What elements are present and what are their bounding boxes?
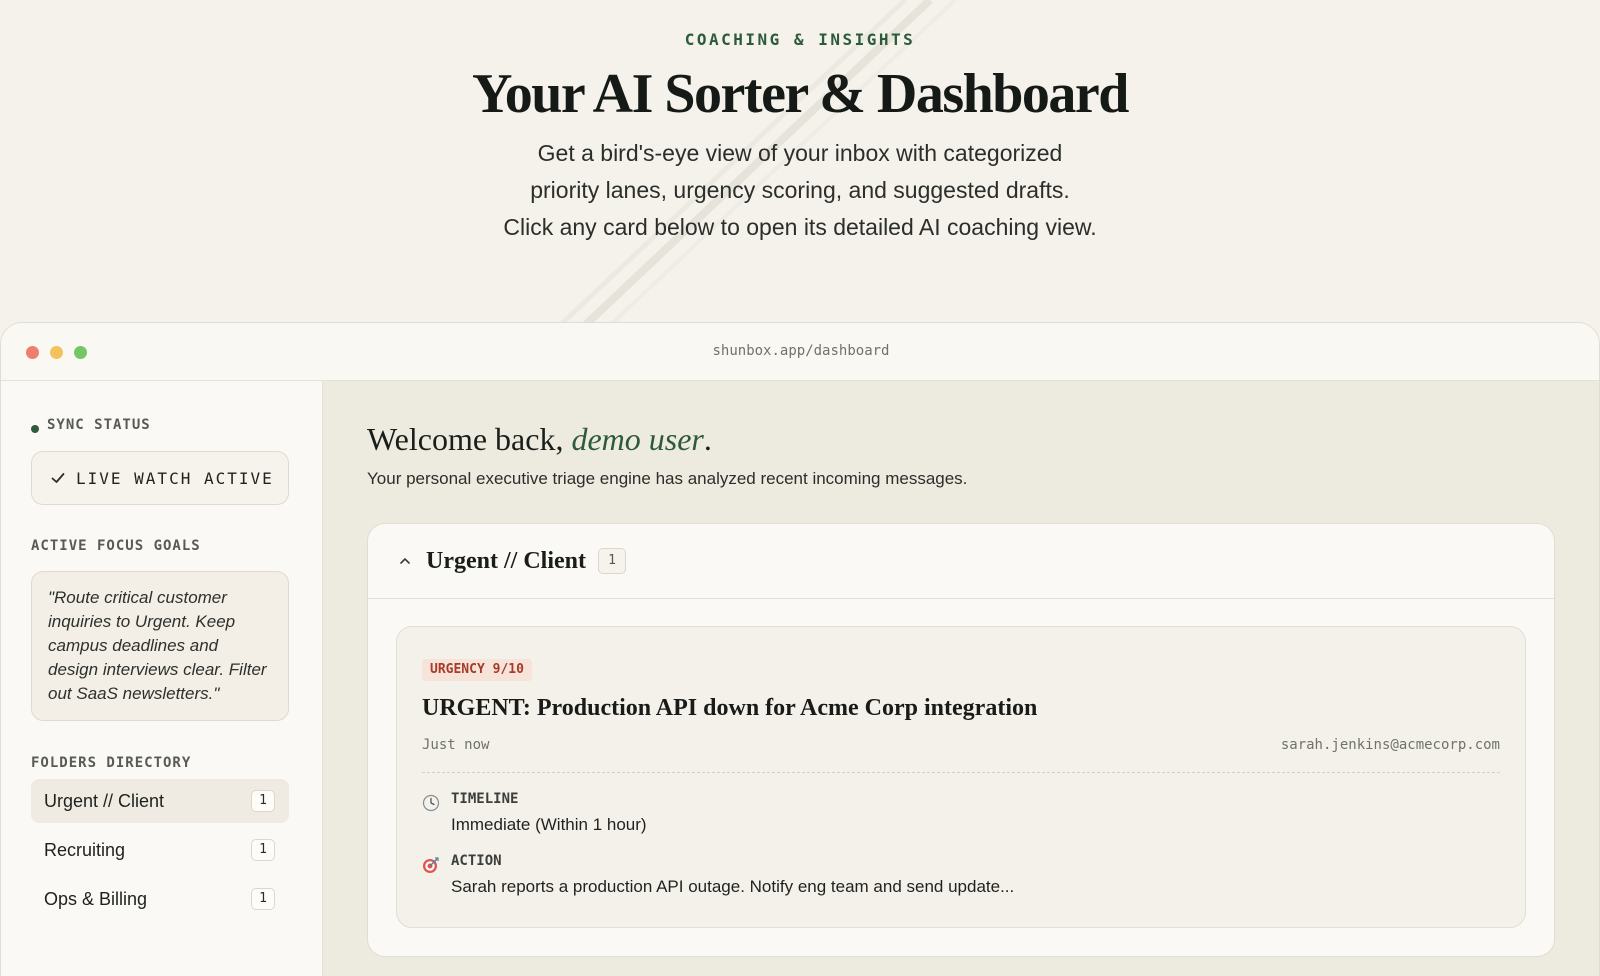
folder-count-badge: 1 bbox=[251, 790, 275, 812]
focus-goals-text: "Route critical customer inquiries to Ur… bbox=[31, 571, 289, 721]
email-time: Just now bbox=[422, 737, 490, 753]
lane-title: Urgent // Client bbox=[426, 547, 586, 574]
check-icon bbox=[51, 473, 65, 483]
sync-status-dot bbox=[31, 425, 39, 433]
hero-description-line: Get a bird's-eye view of your inbox with… bbox=[537, 140, 1063, 166]
lane-header[interactable]: Urgent // Client 1 bbox=[368, 524, 1554, 599]
hero-description-line: priority lanes, urgency scoring, and sug… bbox=[530, 177, 1070, 203]
action-value: Sarah reports a production API outage. N… bbox=[451, 877, 1015, 896]
browser-window: shunbox.app/dashboard SYNC STATUS LIVE W… bbox=[0, 322, 1600, 976]
main-content: Welcome back, demo user. Your personal e… bbox=[323, 381, 1599, 976]
target-icon bbox=[423, 857, 439, 873]
email-sender: sarah.jenkins@acmecorp.com bbox=[1280, 737, 1500, 753]
url-text: shunbox.app/dashboard bbox=[712, 343, 890, 359]
timeline-label: TIMELINE bbox=[451, 791, 519, 807]
focus-goals-label: ACTIVE FOCUS GOALS bbox=[31, 538, 201, 554]
sync-status-label: SYNC STATUS bbox=[47, 417, 151, 433]
hero-description: Get a bird's-eye view of your inbox with… bbox=[400, 135, 1200, 246]
folders-directory-label: FOLDERS DIRECTORY bbox=[31, 755, 192, 771]
clock-icon bbox=[422, 794, 440, 812]
hero-title: Your AI Sorter & Dashboard bbox=[472, 63, 1129, 125]
priority-lane-urgent-client: Urgent // Client 1 URGENCY 9/10 URGENT: … bbox=[367, 523, 1555, 957]
chevron-up-icon[interactable] bbox=[398, 554, 412, 568]
folder-label: Recruiting bbox=[44, 839, 126, 860]
folder-ops-billing[interactable]: Ops & Billing 1 bbox=[31, 877, 289, 921]
urgency-badge: URGENCY 9/10 bbox=[422, 659, 532, 681]
action-label: ACTION bbox=[451, 853, 502, 869]
welcome-heading: Welcome back, demo user. bbox=[367, 421, 712, 458]
card-divider bbox=[422, 772, 1500, 773]
email-subject: URGENT: Production API down for Acme Cor… bbox=[422, 695, 1038, 721]
folder-count-badge: 1 bbox=[251, 839, 275, 861]
live-watch-text: LIVE WATCH ACTIVE bbox=[76, 468, 274, 488]
welcome-user-name: demo user bbox=[571, 421, 704, 457]
welcome-prefix: Welcome back, bbox=[367, 421, 572, 457]
lane-count-badge: 1 bbox=[597, 548, 626, 574]
hero-description-line: Click any card below to open its detaile… bbox=[503, 214, 1097, 240]
welcome-suffix: . bbox=[703, 421, 712, 457]
folder-count-badge: 1 bbox=[251, 888, 275, 910]
folder-label: Urgent // Client bbox=[44, 790, 165, 811]
folder-recruiting[interactable]: Recruiting 1 bbox=[31, 828, 289, 872]
hero-eyebrow: COACHING & INSIGHTS bbox=[684, 30, 916, 49]
timeline-value: Immediate (Within 1 hour) bbox=[451, 815, 647, 834]
email-card[interactable]: URGENCY 9/10 URGENT: Production API down… bbox=[396, 626, 1526, 928]
folder-urgent-client[interactable]: Urgent // Client 1 bbox=[31, 779, 289, 823]
folder-label: Ops & Billing bbox=[44, 888, 148, 909]
welcome-subtitle: Your personal executive triage engine ha… bbox=[367, 469, 968, 488]
sidebar: SYNC STATUS LIVE WATCH ACTIVE ACTIVE FOC… bbox=[1, 381, 323, 976]
window-titlebar: shunbox.app/dashboard bbox=[1, 323, 1599, 381]
live-watch-status: LIVE WATCH ACTIVE bbox=[31, 451, 289, 505]
